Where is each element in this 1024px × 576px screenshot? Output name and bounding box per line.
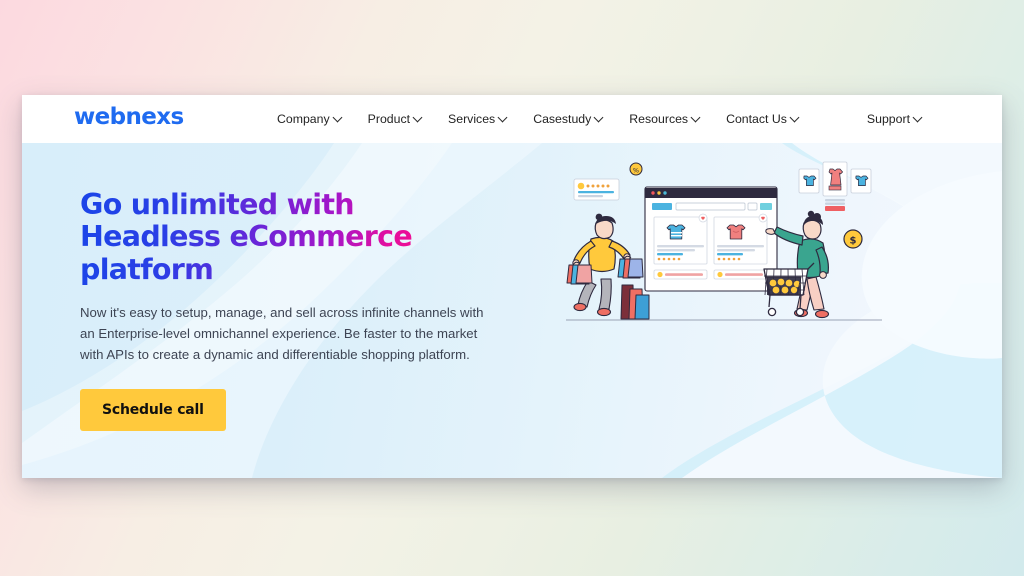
chevron-down-icon xyxy=(914,113,922,121)
discount-coin-badge: % xyxy=(629,162,643,176)
primary-nav-links: Company Product Services Casestudy Resou… xyxy=(277,95,799,143)
nav-item-support[interactable]: Support xyxy=(867,112,922,126)
nav-item-label: Product xyxy=(367,112,411,126)
dollar-coin-badge: $ xyxy=(843,229,863,249)
chevron-down-icon xyxy=(595,113,603,121)
nav-item-label: Services xyxy=(448,112,496,126)
product-card-1 xyxy=(653,213,708,265)
product-thumbnail-right xyxy=(850,168,872,194)
product-thumbnail-center xyxy=(822,161,848,211)
headline-line-2: Headless eCommerce xyxy=(80,220,412,254)
svg-text:%: % xyxy=(633,166,639,174)
chevron-down-icon xyxy=(414,113,422,121)
chevron-down-icon xyxy=(499,113,507,121)
nav-item-company[interactable]: Company xyxy=(277,112,342,126)
nav-item-product[interactable]: Product xyxy=(368,112,422,126)
page-title: Go unlimited with Headless eCommerce platf… xyxy=(80,189,425,286)
svg-text:$: $ xyxy=(850,235,857,246)
browser-window-mockup xyxy=(644,186,778,292)
chevron-down-icon xyxy=(692,113,700,121)
ecommerce-shopping-illustration: % $ xyxy=(566,161,882,321)
chevron-down-icon xyxy=(791,113,799,121)
nav-item-label: Resources xyxy=(629,112,689,126)
nav-item-label: Support xyxy=(866,112,910,126)
headline-line-1: Go unlimited with xyxy=(80,188,354,221)
hero-section: Go unlimited with Headless eCommerce platf… xyxy=(22,143,1002,478)
website-screenshot-card: webnexs Company Product Services Casestu… xyxy=(22,95,1002,478)
nav-item-label: Casestudy xyxy=(533,112,592,126)
nav-item-services[interactable]: Services xyxy=(448,112,507,126)
webnexs-logo[interactable]: webnexs xyxy=(74,104,184,130)
secondary-nav-links: Support xyxy=(867,95,922,143)
shopping-bags-left xyxy=(566,261,593,285)
left-character-shopper xyxy=(566,213,650,320)
nav-item-label: Company xyxy=(277,112,330,126)
headline-line-3: platform xyxy=(80,252,214,286)
product-card-2 xyxy=(713,213,768,265)
nav-item-contact-us[interactable]: Contact Us xyxy=(726,112,799,126)
hero-content: Go unlimited with Headless eCommerce platf… xyxy=(80,189,510,432)
chevron-down-icon xyxy=(334,113,342,121)
nav-item-resources[interactable]: Resources xyxy=(629,112,700,126)
hero-paragraph: Now it's easy to setup, manage, and sell… xyxy=(80,305,484,363)
rating-card-icon xyxy=(573,178,620,201)
nav-item-casestudy[interactable]: Casestudy xyxy=(533,112,603,126)
shopping-bags-right xyxy=(617,255,644,279)
nav-item-label: Contact Us xyxy=(726,112,787,126)
schedule-call-button[interactable]: Schedule call xyxy=(80,389,226,432)
navigation-bar: webnexs Company Product Services Casestu… xyxy=(22,95,1002,143)
product-thumbnail-left xyxy=(798,168,820,194)
